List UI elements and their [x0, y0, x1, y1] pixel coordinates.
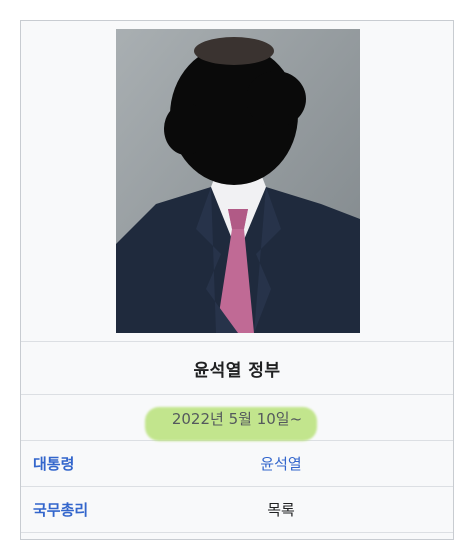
row-label-president[interactable]: 대통령	[33, 453, 74, 474]
portrait-image[interactable]	[116, 29, 360, 333]
infobox-row-president: 대통령 윤석열	[21, 441, 453, 487]
row-label-prime-minister[interactable]: 국무총리	[33, 499, 88, 520]
infobox-row-prime-minister: 국무총리 목록	[21, 487, 453, 533]
infobox-title: 윤석열 정부	[193, 360, 281, 381]
infobox-title-cell: 윤석열 정부	[21, 342, 453, 395]
portrait-cell	[21, 21, 453, 342]
row-value-prime-minister: 목록	[267, 501, 295, 519]
row-value-president-link[interactable]: 윤석열	[181, 453, 381, 474]
date-range: 2022년 5월 10일~	[171, 410, 303, 428]
date-range-cell: 2022년 5월 10일~	[21, 395, 453, 441]
government-infobox: 윤석열 정부 2022년 5월 10일~ 대통령 윤석열 국무총리 목록	[20, 20, 454, 540]
